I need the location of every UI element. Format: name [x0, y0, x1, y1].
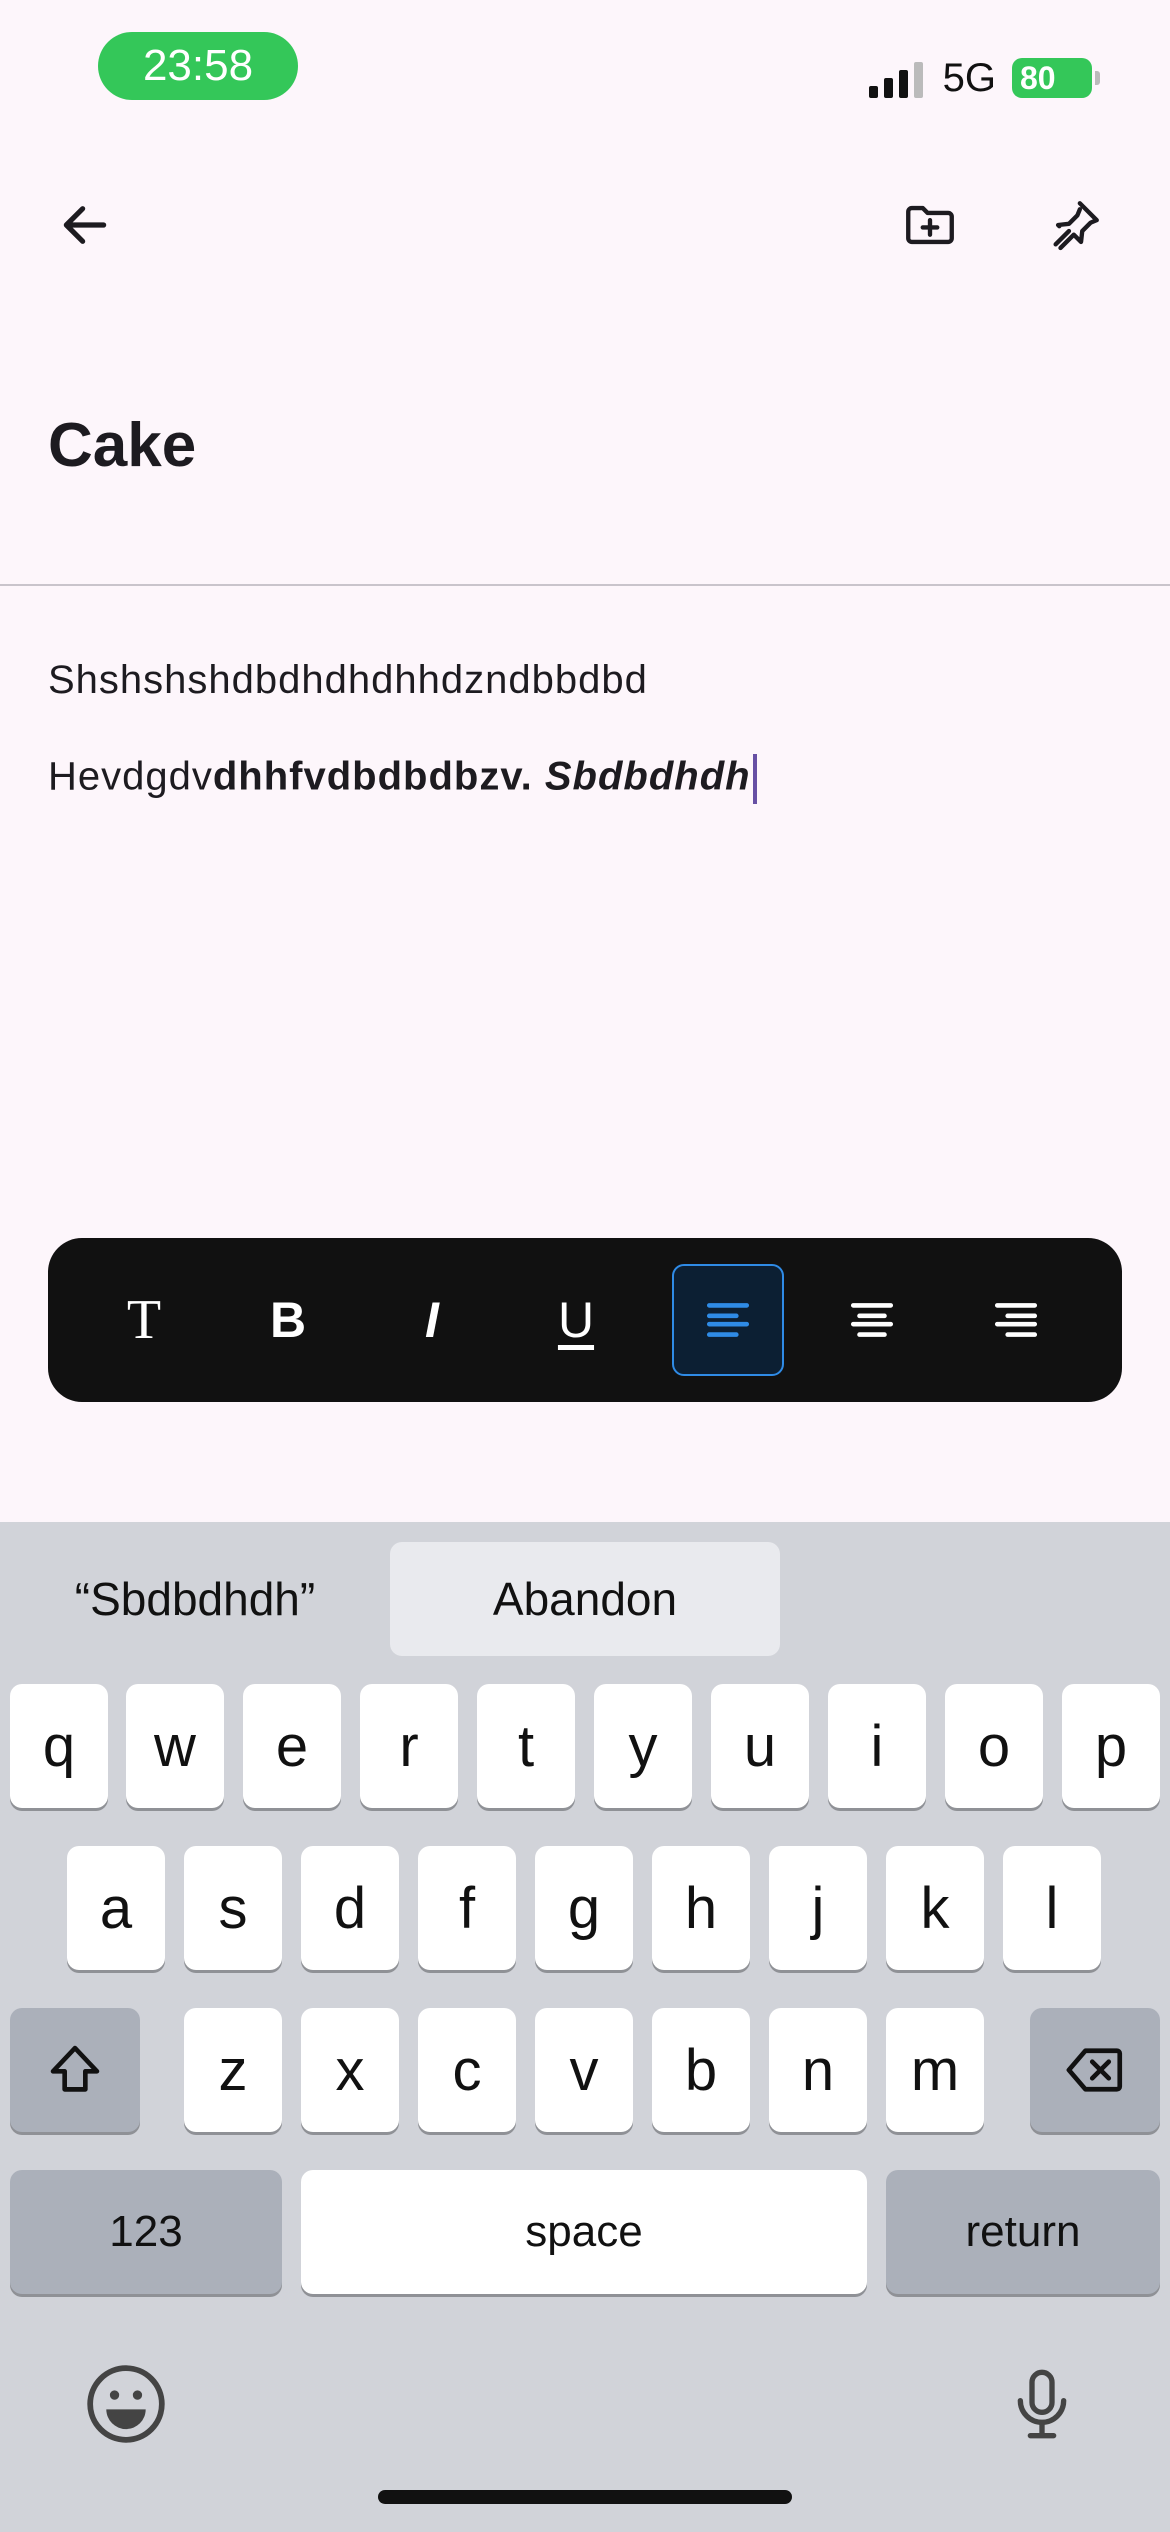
italic-icon: I — [425, 1292, 439, 1348]
align-center-button[interactable] — [816, 1264, 928, 1376]
key-q[interactable]: q — [10, 1684, 108, 1808]
delete-key[interactable] — [1030, 2008, 1160, 2132]
underline-button[interactable]: U — [520, 1264, 632, 1376]
battery-level: 80 — [1020, 59, 1056, 96]
shift-key[interactable] — [10, 2008, 140, 2132]
align-right-button[interactable] — [960, 1264, 1072, 1376]
back-arrow-icon — [63, 206, 107, 244]
key-f[interactable]: f — [418, 1846, 516, 1970]
note-body-line-2[interactable]: Hevdgdvdhhfvdbdbdbzv. Sbdbdhdh — [48, 754, 757, 804]
text-cursor — [752, 754, 757, 804]
align-left-button[interactable] — [672, 1264, 784, 1376]
emoji-button[interactable] — [76, 2354, 176, 2454]
key-t[interactable]: t — [477, 1684, 575, 1808]
emoji-icon — [87, 2365, 165, 2443]
suggestion-1[interactable]: “Sbdbdhdh” — [20, 1542, 370, 1656]
keyboard: “Sbdbdhdh” Abandon q w e r t y u i o p a… — [0, 1522, 1170, 2532]
underline-icon: U — [557, 1292, 595, 1348]
key-r[interactable]: r — [360, 1684, 458, 1808]
regular-text: Hevdgdv — [48, 754, 213, 799]
key-g[interactable]: g — [535, 1846, 633, 1970]
key-n[interactable]: n — [769, 2008, 867, 2132]
dictation-button[interactable] — [992, 2354, 1092, 2454]
key-a[interactable]: a — [67, 1846, 165, 1970]
key-b[interactable]: b — [652, 2008, 750, 2132]
microphone-icon — [1017, 2369, 1067, 2439]
italic-button[interactable]: I — [376, 1264, 488, 1376]
key-o[interactable]: o — [945, 1684, 1043, 1808]
folder-add-icon — [906, 205, 954, 245]
align-right-icon — [994, 1303, 1038, 1337]
note-body-line-1[interactable]: Shshshshdbdhdhdhhdzndbbdbd — [48, 658, 648, 703]
bold-icon: B — [269, 1292, 307, 1348]
key-k[interactable]: k — [886, 1846, 984, 1970]
key-x[interactable]: x — [301, 2008, 399, 2132]
key-y[interactable]: y — [594, 1684, 692, 1808]
key-m[interactable]: m — [886, 2008, 984, 2132]
formatting-toolbar: T B I U — [48, 1238, 1122, 1402]
delete-icon — [1066, 2048, 1123, 2092]
note-title[interactable]: Cake — [48, 410, 196, 481]
return-key[interactable]: return — [886, 2170, 1160, 2294]
key-j[interactable]: j — [769, 1846, 867, 1970]
shift-icon — [50, 2045, 100, 2092]
bold-text: dhhfvdbdbdbzv. — [212, 754, 533, 799]
align-center-icon — [850, 1303, 894, 1337]
key-d[interactable]: d — [301, 1846, 399, 1970]
key-p[interactable]: p — [1062, 1684, 1160, 1808]
key-v[interactable]: v — [535, 2008, 633, 2132]
network-type: 5G — [942, 55, 996, 100]
add-to-folder-button[interactable] — [880, 180, 980, 270]
space-key[interactable]: space — [301, 2170, 867, 2294]
key-l[interactable]: l — [1003, 1846, 1101, 1970]
key-u[interactable]: u — [711, 1684, 809, 1808]
bold-button[interactable]: B — [232, 1264, 344, 1376]
key-h[interactable]: h — [652, 1846, 750, 1970]
status-time: 23:58 — [98, 32, 298, 100]
key-w[interactable]: w — [126, 1684, 224, 1808]
key-e[interactable]: e — [243, 1684, 341, 1808]
key-s[interactable]: s — [184, 1846, 282, 1970]
home-indicator — [378, 2490, 792, 2504]
numbers-key[interactable]: 123 — [10, 2170, 282, 2294]
text-style-button[interactable]: T — [88, 1264, 200, 1376]
key-i[interactable]: i — [828, 1684, 926, 1808]
battery-icon: 80 — [1012, 58, 1100, 98]
title-divider — [0, 584, 1170, 586]
key-z[interactable]: z — [184, 2008, 282, 2132]
suggestion-2[interactable]: Abandon — [390, 1542, 780, 1656]
back-button[interactable] — [40, 180, 130, 270]
pin-icon — [1053, 201, 1099, 251]
key-c[interactable]: c — [418, 2008, 516, 2132]
signal-icon — [868, 58, 923, 98]
pin-button[interactable] — [1025, 180, 1125, 270]
text-style-icon: T — [126, 1289, 162, 1351]
align-left-icon — [706, 1303, 750, 1337]
bold-italic-text: Sbdbdhdh — [544, 754, 751, 799]
status-indicators: 5G 80 — [868, 48, 1100, 108]
